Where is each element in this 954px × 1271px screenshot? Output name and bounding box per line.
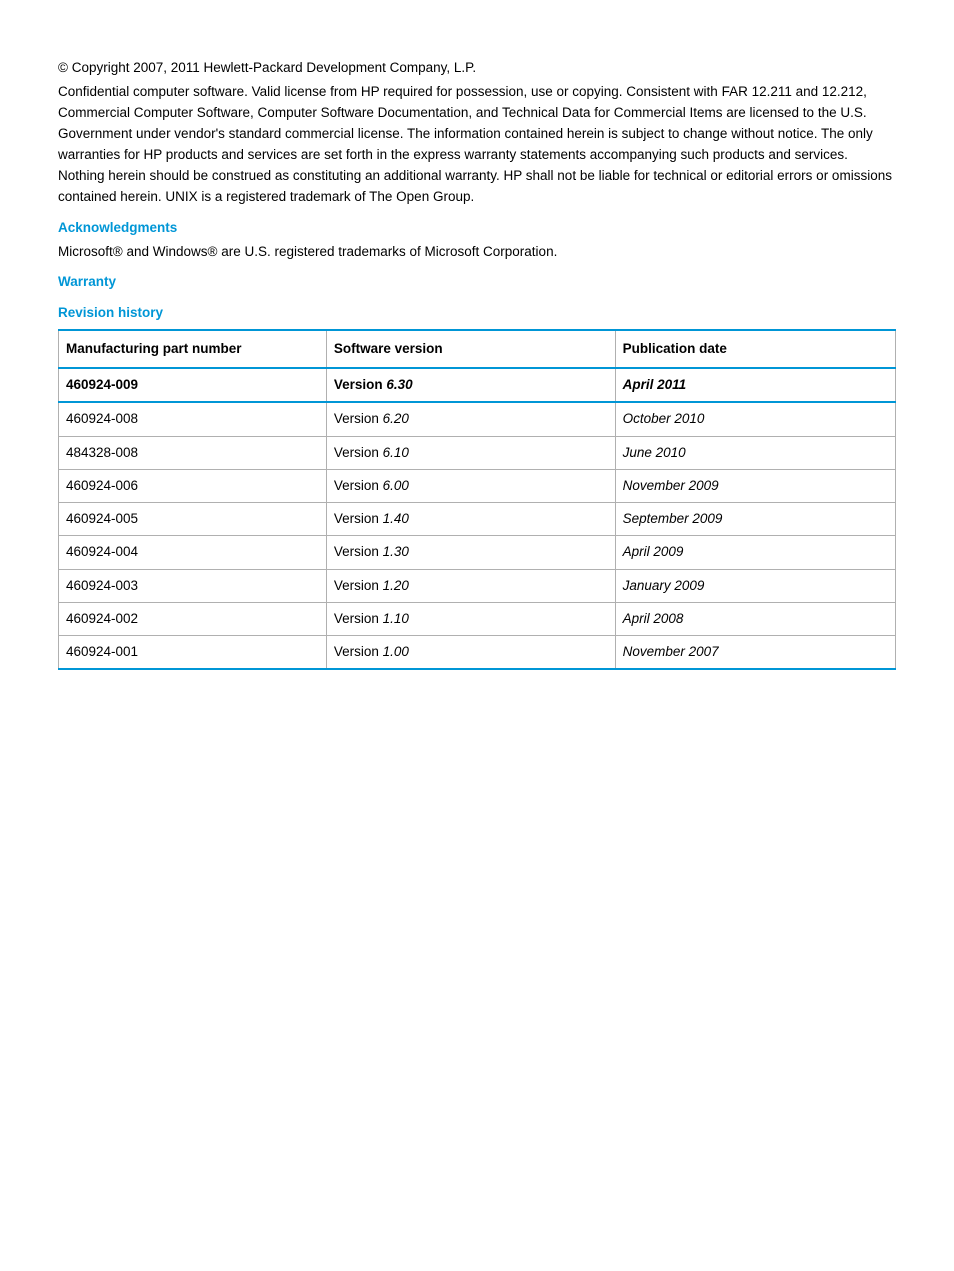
version-number: 1.40 bbox=[383, 511, 409, 526]
legal-text: Confidential computer software. Valid li… bbox=[58, 82, 896, 208]
table-row: 460924-009Version 6.30April 2011 bbox=[59, 368, 896, 402]
cell-part-number: 460924-008 bbox=[59, 402, 327, 436]
table-row: 460924-006Version 6.00November 2009 bbox=[59, 469, 896, 502]
header-publication-date: Publication date bbox=[615, 330, 895, 368]
version-prefix: Version bbox=[334, 578, 383, 593]
table-row: 460924-008Version 6.20October 2010 bbox=[59, 402, 896, 436]
version-number: 1.10 bbox=[383, 611, 409, 626]
revision-history-table: Manufacturing part number Software versi… bbox=[58, 329, 896, 671]
cell-software-version: Version 1.30 bbox=[326, 536, 615, 569]
cell-publication-date: January 2009 bbox=[615, 569, 895, 602]
cell-publication-date: November 2009 bbox=[615, 469, 895, 502]
cell-part-number: 460924-006 bbox=[59, 469, 327, 502]
header-part-number: Manufacturing part number bbox=[59, 330, 327, 368]
table-row: 460924-002Version 1.10April 2008 bbox=[59, 602, 896, 635]
cell-software-version: Version 6.30 bbox=[326, 368, 615, 402]
cell-publication-date: October 2010 bbox=[615, 402, 895, 436]
cell-part-number: 460924-002 bbox=[59, 602, 327, 635]
table-row: 460924-005Version 1.40September 2009 bbox=[59, 503, 896, 536]
version-number: 1.30 bbox=[383, 544, 409, 559]
version-number: 6.30 bbox=[386, 377, 412, 392]
version-prefix: Version bbox=[334, 511, 383, 526]
copyright-line: © Copyright 2007, 2011 Hewlett-Packard D… bbox=[58, 58, 896, 78]
acknowledgments-text: Microsoft® and Windows® are U.S. registe… bbox=[58, 242, 896, 262]
version-prefix: Version bbox=[334, 611, 383, 626]
cell-publication-date: April 2008 bbox=[615, 602, 895, 635]
acknowledgments-heading: Acknowledgments bbox=[58, 218, 896, 238]
version-number: 6.00 bbox=[383, 478, 409, 493]
cell-part-number: 460924-001 bbox=[59, 636, 327, 670]
cell-part-number: 460924-004 bbox=[59, 536, 327, 569]
warranty-heading: Warranty bbox=[58, 272, 896, 292]
table-row: 460924-004Version 1.30April 2009 bbox=[59, 536, 896, 569]
table-row: 460924-003Version 1.20January 2009 bbox=[59, 569, 896, 602]
cell-software-version: Version 6.20 bbox=[326, 402, 615, 436]
version-prefix: Version bbox=[334, 478, 383, 493]
cell-part-number: 460924-005 bbox=[59, 503, 327, 536]
version-prefix: Version bbox=[334, 644, 383, 659]
cell-publication-date: November 2007 bbox=[615, 636, 895, 670]
cell-publication-date: June 2010 bbox=[615, 436, 895, 469]
header-software-version: Software version bbox=[326, 330, 615, 368]
version-number: 1.20 bbox=[383, 578, 409, 593]
table-header-row: Manufacturing part number Software versi… bbox=[59, 330, 896, 368]
version-prefix: Version bbox=[334, 411, 383, 426]
version-prefix: Version bbox=[334, 377, 387, 392]
cell-software-version: Version 1.10 bbox=[326, 602, 615, 635]
version-prefix: Version bbox=[334, 445, 383, 460]
version-prefix: Version bbox=[334, 544, 383, 559]
cell-publication-date: April 2011 bbox=[615, 368, 895, 402]
cell-software-version: Version 1.20 bbox=[326, 569, 615, 602]
cell-software-version: Version 6.10 bbox=[326, 436, 615, 469]
version-number: 6.20 bbox=[383, 411, 409, 426]
cell-software-version: Version 1.40 bbox=[326, 503, 615, 536]
cell-part-number: 460924-003 bbox=[59, 569, 327, 602]
cell-part-number: 484328-008 bbox=[59, 436, 327, 469]
cell-software-version: Version 1.00 bbox=[326, 636, 615, 670]
table-row: 484328-008Version 6.10June 2010 bbox=[59, 436, 896, 469]
revision-history-heading: Revision history bbox=[58, 303, 896, 323]
cell-publication-date: September 2009 bbox=[615, 503, 895, 536]
version-number: 1.00 bbox=[383, 644, 409, 659]
cell-part-number: 460924-009 bbox=[59, 368, 327, 402]
cell-publication-date: April 2009 bbox=[615, 536, 895, 569]
version-number: 6.10 bbox=[383, 445, 409, 460]
cell-software-version: Version 6.00 bbox=[326, 469, 615, 502]
table-row: 460924-001Version 1.00November 2007 bbox=[59, 636, 896, 670]
